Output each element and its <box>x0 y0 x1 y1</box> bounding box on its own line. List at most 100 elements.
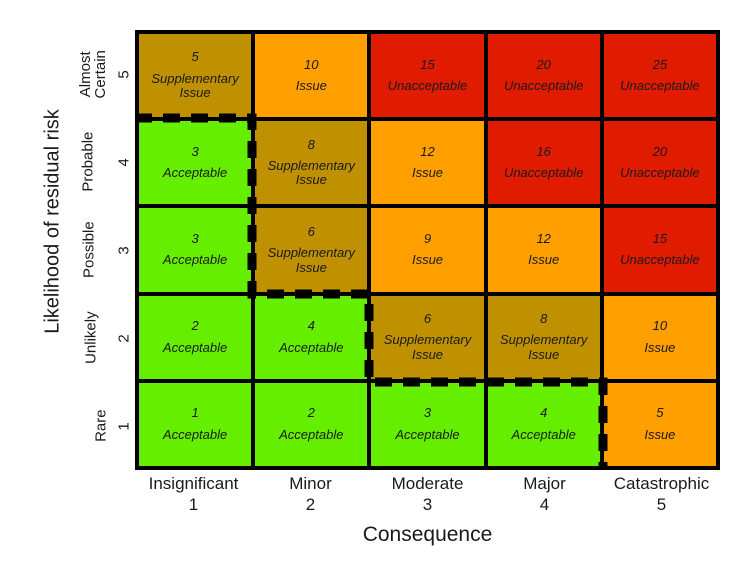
risk-cell-verdict: Supplementary Issue <box>151 70 239 101</box>
risk-cell-verdict: Issue <box>528 252 560 268</box>
x-axis-tick-label: Minor <box>289 474 332 493</box>
risk-cell: 15 Unacceptable <box>369 32 486 120</box>
risk-cell: 5 Issue <box>601 380 718 468</box>
risk-cell: 1 Acceptable <box>137 380 254 468</box>
x-axis-tick: Minor 2 <box>252 473 369 517</box>
risk-cell: 12 Issue <box>369 119 486 207</box>
y-axis-tick-value: 3 <box>115 245 133 255</box>
risk-cell-score: 3 <box>423 405 432 421</box>
x-axis-tick-value: 5 <box>656 495 667 515</box>
risk-cell-score: 3 <box>191 143 199 159</box>
x-axis-tick-label: Moderate <box>391 474 464 493</box>
y-axis-tick-label: Probable <box>78 131 96 193</box>
x-axis-tick-value: 3 <box>422 495 433 515</box>
y-axis-tick-value: 1 <box>115 421 133 431</box>
risk-cell-verdict: Acceptable <box>279 339 344 355</box>
risk-cell-score: 10 <box>304 56 319 72</box>
risk-cell-score: 20 <box>536 56 551 72</box>
risk-cell: 5 Supplementary Issue <box>137 32 254 120</box>
risk-cell-score: 5 <box>656 405 664 421</box>
x-axis-tick-label: Catastrophic <box>613 474 710 493</box>
risk-cell: 8 Supplementary Issue <box>485 293 602 381</box>
risk-cell: 3 Acceptable <box>137 206 254 294</box>
x-axis-tick-group: Insignificant 1 Minor 2 Moderate 3 Major 4 Catas… <box>135 473 720 517</box>
risk-cell-score: 2 <box>307 405 315 421</box>
y-axis-tick-label: Almost Certain <box>77 49 110 99</box>
risk-cell-verdict: Unacceptable <box>620 165 700 181</box>
risk-cell-verdict: Unacceptable <box>620 252 700 268</box>
risk-cell-score: 10 <box>652 318 668 334</box>
risk-cell-score: 6 <box>307 223 315 239</box>
y-axis-tick-label: Possible <box>80 221 98 279</box>
risk-cell: 9 Issue <box>369 206 486 294</box>
risk-cell-verdict: Unacceptable <box>620 77 700 93</box>
x-axis-tick-label: Insignificant <box>148 474 239 493</box>
x-axis-tick: Catastrophic 5 <box>603 473 720 517</box>
risk-cell-verdict: Acceptable <box>279 426 344 442</box>
risk-cell: 6 Supplementary Issue <box>369 293 486 381</box>
risk-matrix-figure: Likelihood of residual risk Almost Certa… <box>0 0 756 563</box>
risk-cell: 16 Unacceptable <box>485 119 602 207</box>
risk-cell: 20 Unacceptable <box>601 119 718 207</box>
risk-cell-verdict: Unacceptable <box>503 77 584 93</box>
y-axis-tick-value: 4 <box>115 157 133 167</box>
risk-cell-verdict: Supplementary Issue <box>267 245 356 275</box>
risk-cell: 4 Acceptable <box>485 380 602 468</box>
risk-cell-score: 15 <box>420 56 435 72</box>
y-axis-tick-label: Unlikely <box>82 311 100 365</box>
risk-cell: 4 Acceptable <box>253 293 370 381</box>
risk-cell-verdict: Supplementary Issue <box>267 157 356 188</box>
risk-matrix-grid: 5 Supplementary Issue 10 Issue 15 Unacceptabl… <box>135 30 720 470</box>
risk-cell-score: 4 <box>540 405 548 421</box>
y-axis-title: Likelihood of residual risk <box>41 109 64 334</box>
x-axis-tick-label: Major <box>523 474 566 493</box>
risk-cell: 2 Acceptable <box>253 380 370 468</box>
risk-cell: 20 Unacceptable <box>485 32 602 120</box>
risk-cell: 10 Issue <box>601 293 718 381</box>
risk-cell-score: 8 <box>540 311 548 326</box>
risk-cell-score: 4 <box>307 318 315 334</box>
risk-cell-verdict: Issue <box>644 339 676 355</box>
risk-cell-verdict: Issue <box>411 165 444 181</box>
x-axis-tick-value: 2 <box>305 495 316 515</box>
risk-cell-verdict: Acceptable <box>395 426 460 442</box>
x-axis-tick-value: 4 <box>539 495 550 515</box>
risk-cell-score: 3 <box>191 231 199 247</box>
risk-cell-verdict: Supplementary Issue <box>499 332 588 362</box>
risk-cell-verdict: Acceptable <box>511 426 576 442</box>
risk-cell: 25 Unacceptable <box>601 32 718 120</box>
risk-cell-verdict: Acceptable <box>162 339 228 355</box>
y-axis-tick-value: 5 <box>115 69 133 79</box>
risk-cell: 12 Issue <box>485 206 602 294</box>
risk-cell-score: 5 <box>191 49 199 65</box>
risk-cell-score: 1 <box>191 405 199 421</box>
y-axis-tick-value: 2 <box>115 333 133 343</box>
risk-cell-verdict: Issue <box>644 426 676 442</box>
x-axis-title: Consequence <box>362 523 493 546</box>
risk-cell-score: 25 <box>652 56 668 72</box>
risk-cell-verdict: Supplementary Issue <box>383 332 472 362</box>
risk-cell-verdict: Unacceptable <box>387 77 468 93</box>
risk-cell-verdict: Issue <box>411 252 444 268</box>
risk-cell: 3 Acceptable <box>369 380 486 468</box>
risk-cell-score: 15 <box>652 231 668 247</box>
risk-cell-score: 9 <box>423 231 432 247</box>
risk-cell-score: 16 <box>536 143 551 159</box>
x-axis-tick: Major 4 <box>486 473 603 517</box>
risk-cell-score: 12 <box>420 143 435 159</box>
risk-cell-verdict: Acceptable <box>162 165 228 181</box>
risk-cell: 15 Unacceptable <box>601 206 718 294</box>
risk-cell: 3 Acceptable <box>137 119 254 207</box>
risk-cell: 8 Supplementary Issue <box>253 119 370 207</box>
risk-cell-verdict: Unacceptable <box>503 165 584 181</box>
risk-cell: 2 Acceptable <box>137 293 254 381</box>
risk-cell: 6 Supplementary Issue <box>253 206 370 294</box>
risk-cell-score: 2 <box>191 318 199 334</box>
risk-cell-score: 8 <box>307 136 315 152</box>
risk-cell-score: 20 <box>652 143 668 159</box>
x-axis-tick: Insignificant 1 <box>135 473 252 517</box>
x-axis-tick: Moderate 3 <box>369 473 486 517</box>
x-axis-tick-value: 1 <box>188 495 199 515</box>
risk-cell-score: 6 <box>423 311 432 326</box>
risk-cell-score: 12 <box>536 231 551 247</box>
